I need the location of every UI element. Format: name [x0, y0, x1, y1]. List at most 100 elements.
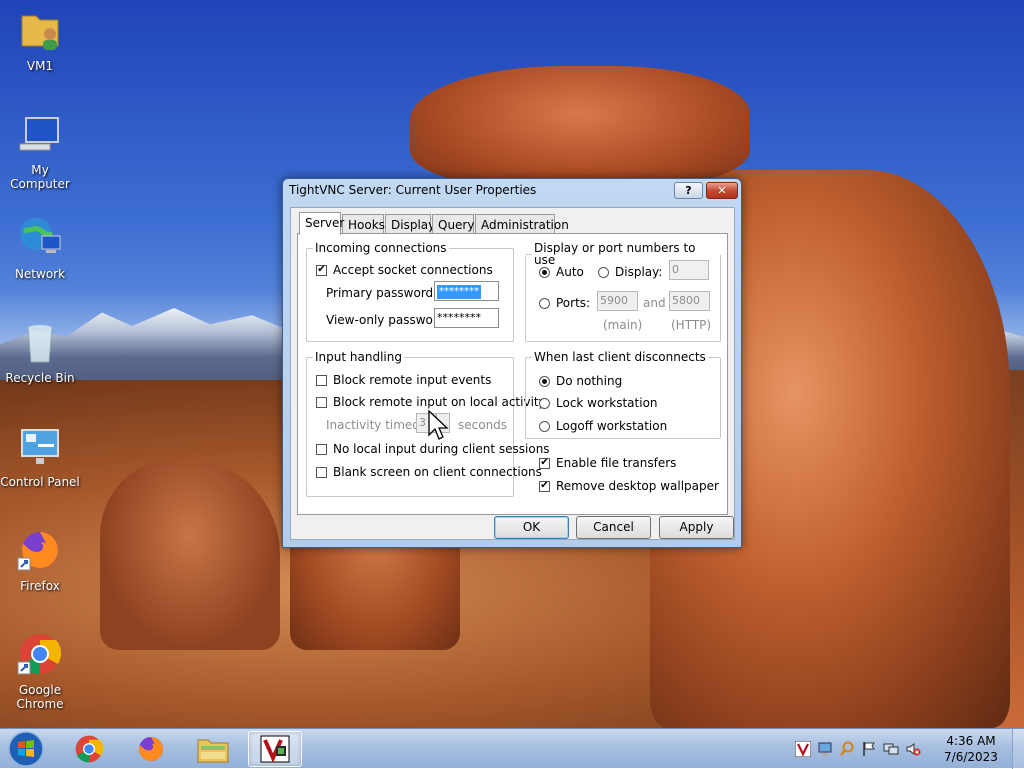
explorer-icon	[197, 739, 229, 763]
desktop-icon-label: My Computer	[10, 163, 70, 191]
viewonly-password-field[interactable]: ********	[434, 308, 499, 328]
network-icon[interactable]	[883, 741, 899, 757]
server-tab-panel: Incoming connections ✔ Accept socket con…	[297, 233, 728, 515]
taskbar-explorer[interactable]	[186, 731, 240, 767]
checkbox-label: Block remote input events	[333, 373, 492, 387]
volume-muted-icon[interactable]	[905, 741, 921, 757]
do-nothing-radio[interactable]: Do nothing	[539, 374, 622, 388]
desktop-icon-network[interactable]: Network	[0, 214, 80, 281]
group-legend: Incoming connections	[315, 241, 447, 255]
cancel-button[interactable]: Cancel	[576, 516, 651, 539]
auto-radio[interactable]: Auto	[539, 265, 584, 279]
apply-button[interactable]: Apply	[659, 516, 734, 539]
start-button[interactable]	[0, 731, 52, 767]
tab-display[interactable]: Display	[385, 214, 435, 234]
dialog-client-area: Server Hooks Display Query Administratio…	[290, 207, 735, 540]
desktop-icon-control-panel[interactable]: Control Panel	[0, 422, 80, 489]
tab-administration[interactable]: Administration	[475, 214, 569, 234]
checkbox-unchecked[interactable]	[316, 443, 327, 455]
checkbox-unchecked[interactable]	[316, 466, 327, 478]
radio-unselected[interactable]	[598, 266, 609, 278]
no-local-input-checkbox[interactable]: No local input during client sessions	[316, 442, 550, 456]
taskbar-tightvnc[interactable]	[248, 731, 302, 767]
blank-screen-checkbox[interactable]: Blank screen on client connections	[316, 465, 542, 479]
radio-label: Auto	[556, 265, 584, 279]
search-icon[interactable]	[839, 741, 855, 757]
start-orb-icon	[8, 731, 44, 767]
clock-date: 7/6/2023	[944, 750, 998, 764]
firefox-icon	[138, 737, 163, 761]
taskbar-firefox[interactable]	[124, 731, 178, 767]
display-radio[interactable]: Display:	[598, 265, 662, 279]
radio-selected[interactable]	[539, 375, 550, 387]
desktop-icon-label: Firefox	[20, 579, 60, 593]
checkbox-checked[interactable]: ✔	[539, 457, 550, 469]
checkbox-unchecked[interactable]	[316, 374, 327, 386]
enable-file-transfers-checkbox[interactable]: ✔ Enable file transfers	[539, 456, 676, 470]
logoff-workstation-radio[interactable]: Logoff workstation	[539, 419, 667, 433]
close-button[interactable]: ✕	[706, 182, 738, 199]
checkbox-checked[interactable]: ✔	[539, 480, 550, 492]
desktop-icon-label: VM1	[26, 59, 54, 73]
show-desktop-button[interactable]	[1012, 729, 1024, 769]
control-panel-icon	[21, 429, 59, 464]
checkbox-label: Accept socket connections	[333, 263, 493, 277]
block-remote-events-checkbox[interactable]: Block remote input events	[316, 373, 491, 387]
desktop-icon-label: Network	[14, 267, 66, 281]
block-local-activity-checkbox[interactable]: Block remote input on local activity	[316, 395, 546, 409]
display-number-field[interactable]: 0	[669, 260, 709, 280]
tightvnc-icon	[260, 735, 290, 763]
radio-unselected[interactable]	[539, 397, 550, 409]
desktop-icon-label: Google Chrome	[16, 683, 64, 711]
tab-server[interactable]: Server	[299, 212, 344, 235]
user-folder-icon	[21, 15, 59, 50]
checkbox-label: No local input during client sessions	[333, 442, 550, 456]
group-legend: Input handling	[315, 350, 402, 364]
main-port-field[interactable]: 5900	[597, 291, 638, 311]
radio-label: Ports:	[556, 296, 591, 310]
desktop-icon-recycle-bin[interactable]: Recycle Bin	[0, 318, 80, 385]
ports-radio[interactable]: Ports:	[539, 296, 590, 310]
taskbar-chrome[interactable]	[62, 731, 116, 767]
ok-button[interactable]: OK	[494, 516, 569, 539]
network-share-icon[interactable]	[817, 741, 833, 757]
checkbox-unchecked[interactable]	[316, 396, 327, 408]
network-icon	[20, 218, 61, 253]
desktop-icon-my-computer[interactable]: My Computer	[0, 110, 80, 191]
group-legend: When last client disconnects	[534, 350, 706, 364]
radio-label: Do nothing	[556, 374, 623, 388]
clock-time: 4:36 AM	[946, 734, 996, 748]
taskbar: 4:36 AM 7/6/2023	[0, 728, 1024, 769]
primary-password-label: Primary password:	[326, 286, 438, 300]
mouse-cursor-icon	[428, 410, 449, 440]
desktop-icon-vm1[interactable]: VM1	[0, 6, 80, 73]
taskbar-clock[interactable]: 4:36 AM 7/6/2023	[940, 733, 1002, 765]
system-tray	[792, 729, 924, 769]
tab-query[interactable]: Query	[432, 214, 474, 234]
checkbox-label: Blank screen on client connections	[333, 465, 542, 479]
radio-label: Lock workstation	[556, 396, 658, 410]
primary-password-field[interactable]: ********	[434, 281, 499, 301]
recycle-bin-icon	[27, 325, 53, 363]
tab-hooks[interactable]: Hooks	[342, 214, 385, 234]
lock-workstation-radio[interactable]: Lock workstation	[539, 396, 658, 410]
tightvnc-tray-icon[interactable]	[795, 741, 811, 757]
seconds-label: seconds	[458, 418, 508, 432]
http-caption: (HTTP)	[671, 318, 712, 332]
main-caption: (main)	[603, 318, 643, 332]
accept-connections-checkbox[interactable]: ✔ Accept socket connections	[316, 263, 493, 277]
radio-label: Logoff workstation	[556, 419, 668, 433]
desktop-icon-chrome[interactable]: Google Chrome	[0, 630, 80, 711]
radio-unselected[interactable]	[539, 297, 550, 309]
flag-icon[interactable]	[861, 741, 877, 757]
help-button[interactable]: ?	[674, 182, 703, 199]
radio-unselected[interactable]	[539, 420, 550, 432]
http-port-field[interactable]: 5800	[669, 291, 710, 311]
checkbox-label: Block remote input on local activity	[333, 395, 546, 409]
chrome-icon	[17, 634, 62, 675]
radio-selected[interactable]	[539, 266, 550, 278]
checkbox-checked[interactable]: ✔	[316, 264, 327, 276]
remove-wallpaper-checkbox[interactable]: ✔ Remove desktop wallpaper	[539, 479, 719, 493]
viewonly-password-label: View-only password:	[326, 313, 450, 327]
desktop-icon-firefox[interactable]: Firefox	[0, 526, 80, 593]
